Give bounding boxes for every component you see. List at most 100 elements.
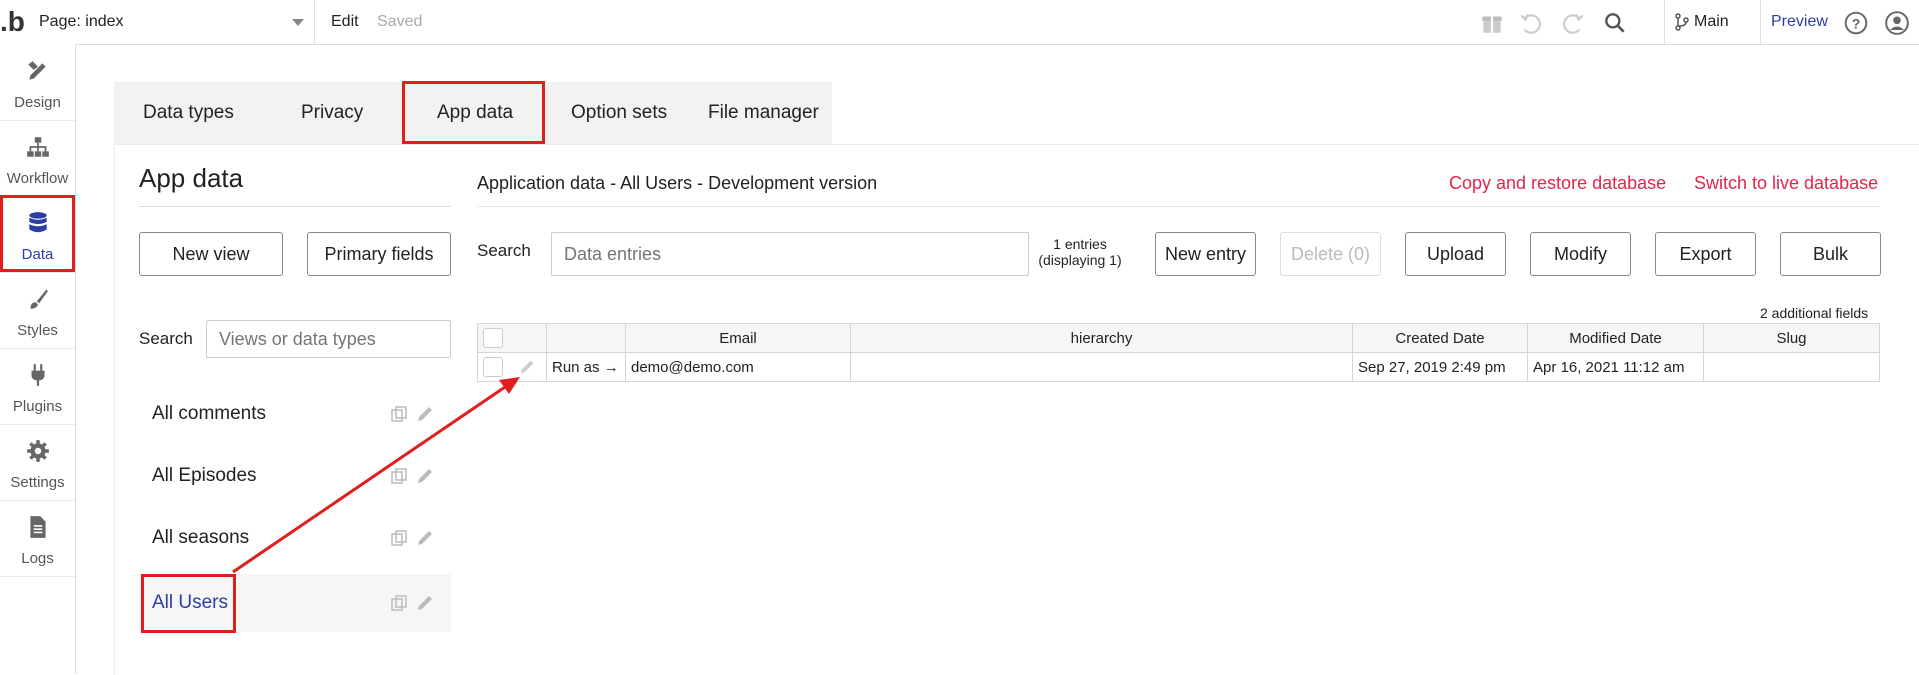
pencil-icon[interactable] [519,359,535,375]
sidebar-item-styles[interactable]: Styles [0,272,75,349]
primary-fields-button[interactable]: Primary fields [307,232,451,276]
entries-displaying: (displaying 1) [1038,252,1122,268]
save-status: Saved [377,13,423,30]
data-view-label: All comments [152,403,267,424]
column-header[interactable]: Created Date [1352,323,1528,353]
page-selector-label: Page: index [39,13,124,30]
created-date-cell[interactable]: Sep 27, 2019 2:49 pm [1352,352,1528,382]
sidebar-item-design[interactable]: Design [0,44,75,121]
views-search-label: Search [139,329,193,348]
tab-data-types[interactable]: Data types [143,82,234,144]
divider [477,206,1880,207]
delete-button[interactable]: Delete (0) [1280,232,1381,276]
data-view-item[interactable]: All comments [139,385,451,443]
undo-icon[interactable] [1518,10,1544,36]
new-view-button[interactable]: New view [139,232,283,276]
left-sidebar: Design Workflow Data Styles Plugins Sett… [0,44,76,674]
email-cell[interactable]: demo@demo.com [625,352,851,382]
data-view-item[interactable]: All Episodes [139,447,451,505]
entries-count: 1 entries (displaying 1) [1034,236,1126,268]
table-row[interactable]: Run as → demo@demo.com Sep 27, 2019 2:49… [477,352,1880,382]
new-entry-button[interactable]: New entry [1155,232,1256,276]
column-header[interactable]: hierarchy [850,323,1353,353]
select-all-cell [477,323,547,353]
data-view-item[interactable]: All seasons [139,509,451,567]
preview-label: Preview [1771,13,1828,30]
switch-live-database-link[interactable]: Switch to live database [1694,173,1878,194]
pencil-icon[interactable] [416,529,434,547]
sidebar-label: Styles [17,322,58,339]
branch-selector[interactable]: Main [1664,0,1761,44]
sidebar-label: Settings [10,474,65,491]
branch-icon [1675,13,1689,31]
sidebar-label: Plugins [12,398,63,415]
row-select-cell [477,352,547,382]
tab-privacy[interactable]: Privacy [301,82,363,144]
column-header[interactable]: Modified Date [1527,323,1704,353]
brush-icon [30,289,48,309]
additional-fields-link[interactable]: 2 additional fields [1760,305,1868,321]
divider [139,206,451,207]
copy-restore-database-link[interactable]: Copy and restore database [1449,173,1666,194]
modify-button[interactable]: Modify [1530,232,1631,276]
sidebar-item-settings[interactable]: Settings [0,424,75,501]
table-header-row: Email hierarchy Created Date Modified Da… [477,323,1880,353]
pencil-icon[interactable] [416,405,434,423]
edit-menu[interactable]: Edit [331,13,359,31]
page-title: App data [139,163,244,193]
select-all-checkbox[interactable] [483,328,503,348]
bulk-button[interactable]: Bulk [1780,232,1881,276]
pencil-icon[interactable] [416,594,434,612]
entries-search-input[interactable] [551,232,1029,276]
page-selector[interactable]: Page: index [32,0,315,44]
help-icon[interactable]: ? [1843,10,1869,36]
copy-icon[interactable] [390,405,408,423]
plug-icon [31,364,45,386]
highlight-box-all-users [141,574,236,633]
sidebar-item-workflow[interactable]: Workflow [0,120,75,197]
search-icon[interactable] [1602,10,1628,36]
run-as-link[interactable]: Run as → [546,352,626,382]
row-checkbox[interactable] [483,357,503,377]
sidebar-item-logs[interactable]: Logs [0,500,75,577]
slug-cell[interactable] [1703,352,1880,382]
copy-icon[interactable] [390,594,408,612]
highlight-box-app-data [402,81,545,144]
bubble-logo[interactable]: .b [0,6,30,37]
copy-icon[interactable] [390,467,408,485]
top-bar: .b Page: index Edit Saved Main Preview ? [0,0,1919,45]
run-as-header [546,323,626,353]
copy-icon[interactable] [390,529,408,547]
data-heading: Application data - All Users - Developme… [477,173,878,193]
upload-button[interactable]: Upload [1405,232,1506,276]
entries-total: 1 entries [1053,236,1107,252]
column-header[interactable]: Slug [1703,323,1880,353]
design-icon [28,61,46,80]
modified-date-cell[interactable]: Apr 16, 2021 11:12 am [1527,352,1704,382]
branch-label: Main [1694,13,1729,30]
hierarchy-cell[interactable] [850,352,1353,382]
sidebar-label: Workflow [6,170,69,187]
tab-option-sets[interactable]: Option sets [571,82,667,144]
pencil-icon[interactable] [416,467,434,485]
export-button[interactable]: Export [1655,232,1756,276]
column-header[interactable]: Email [625,323,851,353]
tab-file-manager[interactable]: File manager [708,82,819,144]
user-account-icon[interactable] [1884,10,1910,36]
gift-icon[interactable] [1479,10,1505,36]
svg-text:?: ? [1852,15,1861,31]
sidebar-label: Logs [21,550,54,567]
data-table: Email hierarchy Created Date Modified Da… [477,323,1880,382]
redo-icon[interactable] [1560,10,1586,36]
views-search-input[interactable] [206,320,451,358]
sidebar-label: Design [14,94,61,111]
chevron-down-icon [292,19,304,26]
data-view-label: All Episodes [152,465,257,486]
workflow-icon [27,137,49,157]
highlight-box-data [0,195,75,272]
sidebar-item-plugins[interactable]: Plugins [0,348,75,425]
document-icon [30,516,46,538]
gear-icon [27,440,49,462]
entries-search-label: Search [477,241,531,260]
preview-button[interactable]: Preview [1760,0,1856,44]
